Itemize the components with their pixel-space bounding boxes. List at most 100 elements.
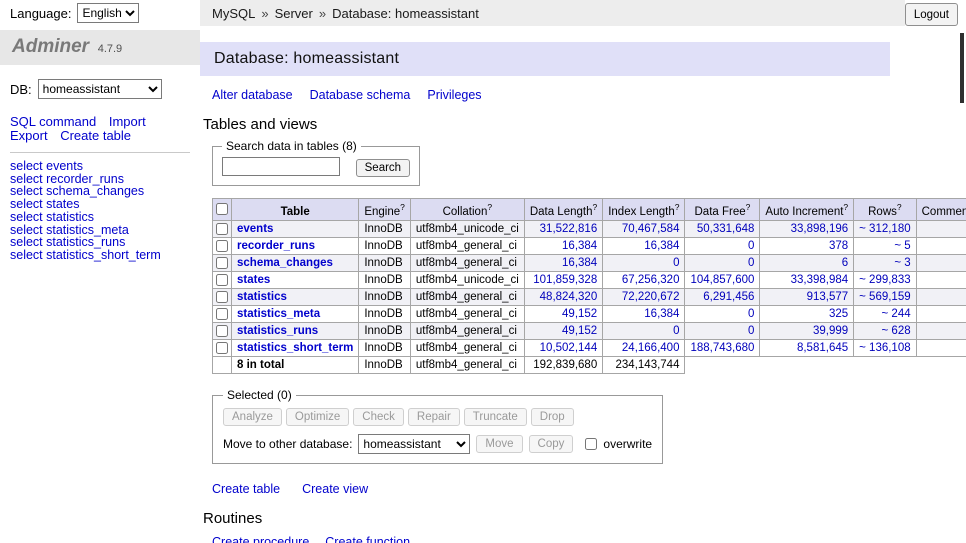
search-button[interactable]: Search — [356, 159, 410, 177]
select-all-checkbox[interactable] — [216, 203, 228, 215]
sidebar-table-link[interactable]: select statistics — [10, 211, 190, 224]
selected-action-button[interactable]: Analyze — [223, 408, 282, 426]
selected-action-button[interactable]: Drop — [531, 408, 574, 426]
table-name-link[interactable]: statistics_runs — [237, 325, 318, 337]
page-title: Database: homeassistant — [200, 42, 890, 76]
column-header: Data Length? — [524, 198, 602, 221]
db-select[interactable]: homeassistant — [38, 79, 162, 99]
export-link[interactable]: Export — [10, 128, 48, 143]
table-row: statistics_short_term InnoDB utf8mb4_gen… — [213, 340, 966, 357]
table-name-link[interactable]: statistics_meta — [237, 308, 320, 320]
engine-cell: InnoDB — [359, 289, 411, 306]
top-bar: Language: English MySQL » Server » Datab… — [0, 0, 966, 26]
table-name-link[interactable]: recorder_runs — [237, 240, 315, 252]
collation-cell: utf8mb4_unicode_ci — [410, 272, 524, 289]
create-links: Create table Create view — [212, 482, 966, 496]
sidebar-table-link[interactable]: select events — [10, 160, 190, 173]
scrollbar-thumb[interactable] — [960, 33, 964, 103]
table-row: events InnoDB utf8mb4_unicode_ci 31,522,… — [213, 221, 966, 238]
sidebar-table-link[interactable]: select states — [10, 198, 190, 211]
adminer-logo[interactable]: Adminer — [12, 36, 89, 57]
breadcrumb-separator: » — [319, 6, 326, 21]
auto-increment-cell: 6 — [760, 255, 854, 272]
rows-count-cell[interactable]: ~ 136,108 — [854, 340, 916, 357]
selected-action-button[interactable]: Truncate — [464, 408, 527, 426]
selected-action-button[interactable]: Repair — [408, 408, 460, 426]
move-db-select[interactable]: homeassistant — [358, 434, 470, 454]
column-header: Comment? — [916, 198, 966, 221]
column-help-icon: ? — [746, 202, 751, 212]
move-button[interactable]: Move — [476, 435, 522, 453]
rows-count-cell[interactable]: ~ 628 — [854, 323, 916, 340]
db-action-link[interactable]: Database schema — [310, 88, 411, 102]
table-footer-row: 8 in total InnoDB utf8mb4_general_ci 192… — [213, 357, 966, 374]
auto-increment-cell: 913,577 — [760, 289, 854, 306]
copy-button[interactable]: Copy — [529, 435, 574, 453]
search-input[interactable] — [222, 157, 340, 176]
routine-link[interactable]: Create procedure — [212, 535, 309, 543]
collation-cell: utf8mb4_general_ci — [410, 255, 524, 272]
create-link[interactable]: Create table — [212, 482, 280, 496]
routine-link[interactable]: Create function — [325, 535, 410, 543]
row-select-checkbox[interactable] — [216, 257, 228, 269]
collation-cell: utf8mb4_unicode_ci — [410, 221, 524, 238]
engine-cell: InnoDB — [359, 255, 411, 272]
data-free-cell: 104,857,600 — [685, 272, 760, 289]
table-name-link[interactable]: schema_changes — [237, 257, 333, 269]
row-select-checkbox[interactable] — [216, 325, 228, 337]
auto-increment-cell: 378 — [760, 238, 854, 255]
engine-cell: InnoDB — [359, 306, 411, 323]
table-header-row: TableEngine?Collation?Data Length?Index … — [213, 198, 966, 221]
rows-count-cell[interactable]: ~ 244 — [854, 306, 916, 323]
auto-increment-cell: 8,581,645 — [760, 340, 854, 357]
table-name-link[interactable]: states — [237, 274, 270, 286]
row-select-checkbox[interactable] — [216, 291, 228, 303]
create-table-link[interactable]: Create table — [60, 128, 131, 143]
auto-increment-cell: 33,898,196 — [760, 221, 854, 238]
table-name-link[interactable]: statistics — [237, 291, 287, 303]
comment-cell — [916, 289, 966, 306]
language-select[interactable]: English — [77, 3, 139, 23]
db-action-link[interactable]: Alter database — [212, 88, 293, 102]
data-free-cell: 0 — [685, 238, 760, 255]
sidebar-table-link[interactable]: select statistics_short_term — [10, 249, 190, 262]
table-row: statistics_meta InnoDB utf8mb4_general_c… — [213, 306, 966, 323]
db-action-link[interactable]: Privileges — [427, 88, 481, 102]
data-free-cell: 188,743,680 — [685, 340, 760, 357]
comment-cell — [916, 238, 966, 255]
table-row: statistics_runs InnoDB utf8mb4_general_c… — [213, 323, 966, 340]
index-length-cell: 24,166,400 — [603, 340, 685, 357]
row-select-checkbox[interactable] — [216, 223, 228, 235]
row-select-checkbox[interactable] — [216, 240, 228, 252]
overwrite-label: overwrite — [603, 437, 652, 451]
import-link[interactable]: Import — [109, 114, 146, 129]
row-select-checkbox[interactable] — [216, 342, 228, 354]
engine-cell: InnoDB — [359, 238, 411, 255]
adminer-version: 4.7.9 — [98, 43, 122, 55]
index-length-cell: 16,384 — [603, 238, 685, 255]
engine-cell: InnoDB — [359, 323, 411, 340]
breadcrumb-mysql-link[interactable]: MySQL — [212, 6, 255, 21]
data-length-cell: 31,522,816 — [524, 221, 602, 238]
rows-count-cell[interactable]: ~ 569,159 — [854, 289, 916, 306]
routine-links: Create procedure Create function — [212, 535, 966, 543]
table-name-link[interactable]: statistics_short_term — [237, 342, 353, 354]
search-legend: Search data in tables (8) — [222, 139, 361, 153]
row-select-checkbox[interactable] — [216, 274, 228, 286]
table-name-link[interactable]: events — [237, 223, 273, 235]
row-select-checkbox[interactable] — [216, 308, 228, 320]
rows-count-cell[interactable]: ~ 5 — [854, 238, 916, 255]
rows-count-cell[interactable]: ~ 299,833 — [854, 272, 916, 289]
sql-command-link[interactable]: SQL command — [10, 114, 96, 129]
db-label: DB: — [10, 82, 32, 97]
create-link[interactable]: Create view — [302, 482, 368, 496]
comment-cell — [916, 221, 966, 238]
logout-button[interactable]: Logout — [905, 3, 958, 26]
rows-count-cell[interactable]: ~ 3 — [854, 255, 916, 272]
table-row: recorder_runs InnoDB utf8mb4_general_ci … — [213, 238, 966, 255]
selected-action-button[interactable]: Check — [353, 408, 404, 426]
overwrite-checkbox[interactable] — [585, 438, 597, 450]
breadcrumb-server-link[interactable]: Server — [275, 6, 313, 21]
selected-action-button[interactable]: Optimize — [286, 408, 349, 426]
rows-count-cell[interactable]: ~ 312,180 — [854, 221, 916, 238]
